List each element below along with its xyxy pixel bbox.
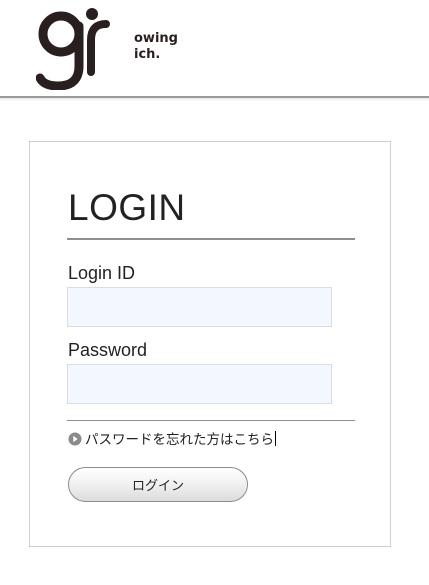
login-title: LOGIN xyxy=(68,187,186,228)
login-id-label: Login ID xyxy=(68,263,136,283)
logo-text-line2: ich. xyxy=(134,47,161,62)
logo-mark-icon xyxy=(35,8,110,91)
growing-rich-logo[interactable]: owing ich. xyxy=(35,6,178,91)
site-header: owing ich. xyxy=(0,0,429,96)
title-divider xyxy=(67,238,355,240)
forgot-password-link[interactable]: パスワードを忘れた方はこちら xyxy=(68,429,276,448)
login-panel: LOGIN Login ID Password パスワードを忘れた方はこちら ロ… xyxy=(29,141,391,547)
password-label: Password xyxy=(68,340,148,360)
password-input[interactable] xyxy=(67,364,332,404)
logo-text-line1: owing xyxy=(134,31,178,46)
text-cursor xyxy=(275,430,276,446)
login-id-input[interactable] xyxy=(67,287,332,327)
forgot-password-text: パスワードを忘れた方はこちら xyxy=(85,432,274,448)
form-divider xyxy=(67,420,355,421)
circle-arrow-right-icon xyxy=(68,432,82,446)
header-shadow xyxy=(0,98,429,101)
login-submit-button[interactable]: ログイン xyxy=(68,467,248,502)
